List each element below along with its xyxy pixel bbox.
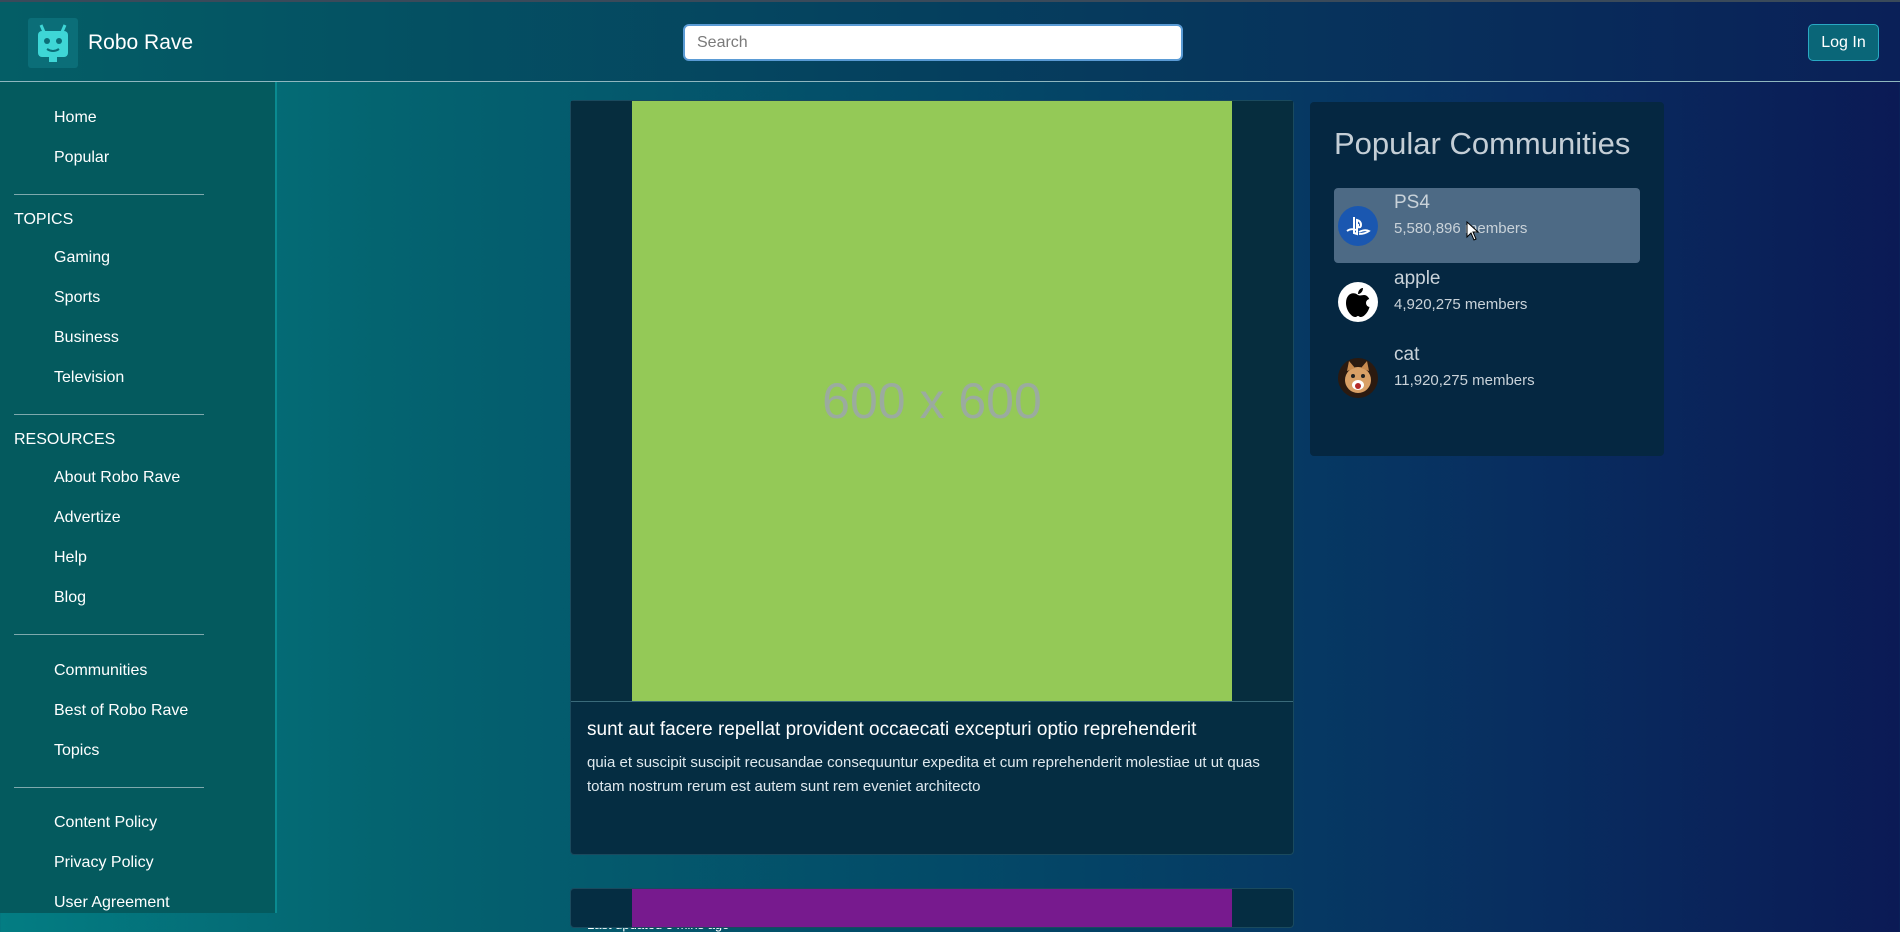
post-card[interactable]: 600 x 600 sunt aut facere repellat provi… bbox=[570, 100, 1294, 932]
community-members: 11,920,275 members bbox=[1394, 372, 1535, 389]
popular-communities-panel: Popular Communities PS4 5,580,896 member… bbox=[1310, 102, 1664, 456]
post-title[interactable]: sunt aut facere repellat provident occae… bbox=[587, 719, 1196, 741]
popular-communities-title: Popular Communities bbox=[1334, 126, 1631, 161]
top-header: Robo Rave Log In bbox=[0, 0, 1900, 82]
post-image[interactable]: 600 x 600 bbox=[632, 101, 1232, 701]
logo-link[interactable]: Robo Rave bbox=[28, 18, 193, 68]
cat-icon bbox=[1338, 358, 1378, 398]
mouse-cursor-icon bbox=[1466, 221, 1480, 241]
sidebar-divider bbox=[14, 414, 204, 415]
sidebar-item-business[interactable]: Business bbox=[54, 329, 119, 347]
robot-icon bbox=[28, 18, 78, 68]
post-media: 600 x 600 bbox=[571, 101, 1293, 702]
playstation-icon bbox=[1338, 206, 1378, 246]
post-body: quia et suscipit suscipit recusandae con… bbox=[587, 754, 1260, 795]
sidebar-item-help[interactable]: Help bbox=[54, 549, 87, 567]
post-image[interactable] bbox=[632, 889, 1232, 927]
sidebar-divider bbox=[14, 634, 204, 635]
community-members: 5,580,896 members bbox=[1394, 220, 1528, 237]
sidebar-item-user-agreement[interactable]: User Agreement bbox=[54, 894, 170, 912]
community-name: PS4 bbox=[1394, 192, 1430, 213]
community-item-cat[interactable]: cat 11,920,275 members bbox=[1334, 340, 1640, 415]
sidebar-item-content-policy[interactable]: Content Policy bbox=[54, 814, 157, 832]
sidebar-item-sports[interactable]: Sports bbox=[54, 289, 100, 307]
sidebar-divider bbox=[14, 194, 204, 195]
sidebar-item-home[interactable]: Home bbox=[54, 109, 97, 127]
sidebar-item-best-of[interactable]: Best of Robo Rave bbox=[54, 702, 188, 720]
sidebar-item-popular[interactable]: Popular bbox=[54, 149, 109, 167]
sidebar-item-gaming[interactable]: Gaming bbox=[54, 249, 110, 267]
sidebar-item-topics[interactable]: Topics bbox=[54, 742, 99, 760]
sidebar-item-communities[interactable]: Communities bbox=[54, 662, 147, 680]
sidebar: Home Popular TOPICS Gaming Sports Busine… bbox=[0, 82, 277, 913]
search-input[interactable] bbox=[683, 24, 1183, 61]
community-members: 4,920,275 members bbox=[1394, 296, 1528, 313]
sidebar-item-television[interactable]: Television bbox=[54, 369, 124, 387]
post-card[interactable] bbox=[570, 888, 1294, 928]
community-item-ps4[interactable]: PS4 5,580,896 members bbox=[1334, 188, 1640, 263]
apple-icon bbox=[1338, 282, 1378, 322]
sidebar-section-resources: RESOURCES bbox=[14, 431, 116, 448]
sidebar-item-about[interactable]: About Robo Rave bbox=[54, 469, 180, 487]
sidebar-item-privacy-policy[interactable]: Privacy Policy bbox=[54, 854, 154, 872]
community-item-apple[interactable]: apple 4,920,275 members bbox=[1334, 264, 1640, 339]
post-image-placeholder: 600 x 600 bbox=[822, 373, 1042, 429]
community-name: cat bbox=[1394, 344, 1420, 365]
login-button[interactable]: Log In bbox=[1808, 24, 1879, 61]
app-name: Robo Rave bbox=[88, 31, 194, 54]
sidebar-divider bbox=[14, 787, 204, 788]
sidebar-item-advertize[interactable]: Advertize bbox=[54, 509, 121, 527]
community-name: apple bbox=[1394, 268, 1441, 289]
sidebar-item-blog[interactable]: Blog bbox=[54, 589, 86, 607]
sidebar-section-topics: TOPICS bbox=[14, 211, 74, 228]
